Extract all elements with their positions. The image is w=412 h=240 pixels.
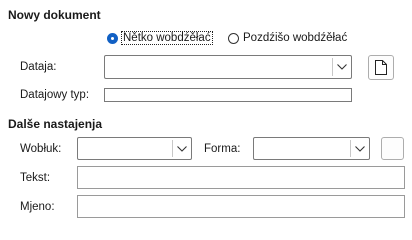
frame-label: Wobłuk: <box>20 143 62 155</box>
frame-combobox[interactable] <box>77 137 192 160</box>
form-label: Forma: <box>204 143 241 155</box>
edit-later-label: Pozdźišo wobdźěłać <box>243 32 348 44</box>
file-type-field <box>104 88 352 102</box>
new-document-heading: Nowy dokument <box>8 8 101 22</box>
edit-now-radio[interactable]: Nětko wobdźěłać <box>107 31 213 45</box>
chevron-down-icon[interactable] <box>351 138 369 159</box>
name-input[interactable] <box>77 195 405 218</box>
name-label: Mjeno: <box>20 201 55 213</box>
edit-now-label: Nětko wobdźěłać <box>121 31 213 45</box>
document-icon <box>375 60 387 75</box>
chevron-down-icon[interactable] <box>173 138 191 159</box>
form-combobox[interactable] <box>253 137 370 160</box>
text-input[interactable] <box>77 166 405 189</box>
text-label: Tekst: <box>20 172 51 184</box>
file-combobox[interactable] <box>104 55 352 79</box>
edit-later-radio[interactable]: Pozdźišo wobdźěłać <box>228 32 347 44</box>
radio-unselected-indicator <box>228 32 239 44</box>
radio-selected-indicator <box>107 32 118 44</box>
browse-file-button[interactable] <box>368 55 394 80</box>
chevron-down-icon[interactable] <box>333 56 351 78</box>
preview-button[interactable] <box>381 137 404 160</box>
file-type-label: Datajowy typ: <box>20 89 90 101</box>
more-settings-heading: Dalše nastajenja <box>8 117 103 131</box>
file-label: Dataja: <box>20 61 57 73</box>
